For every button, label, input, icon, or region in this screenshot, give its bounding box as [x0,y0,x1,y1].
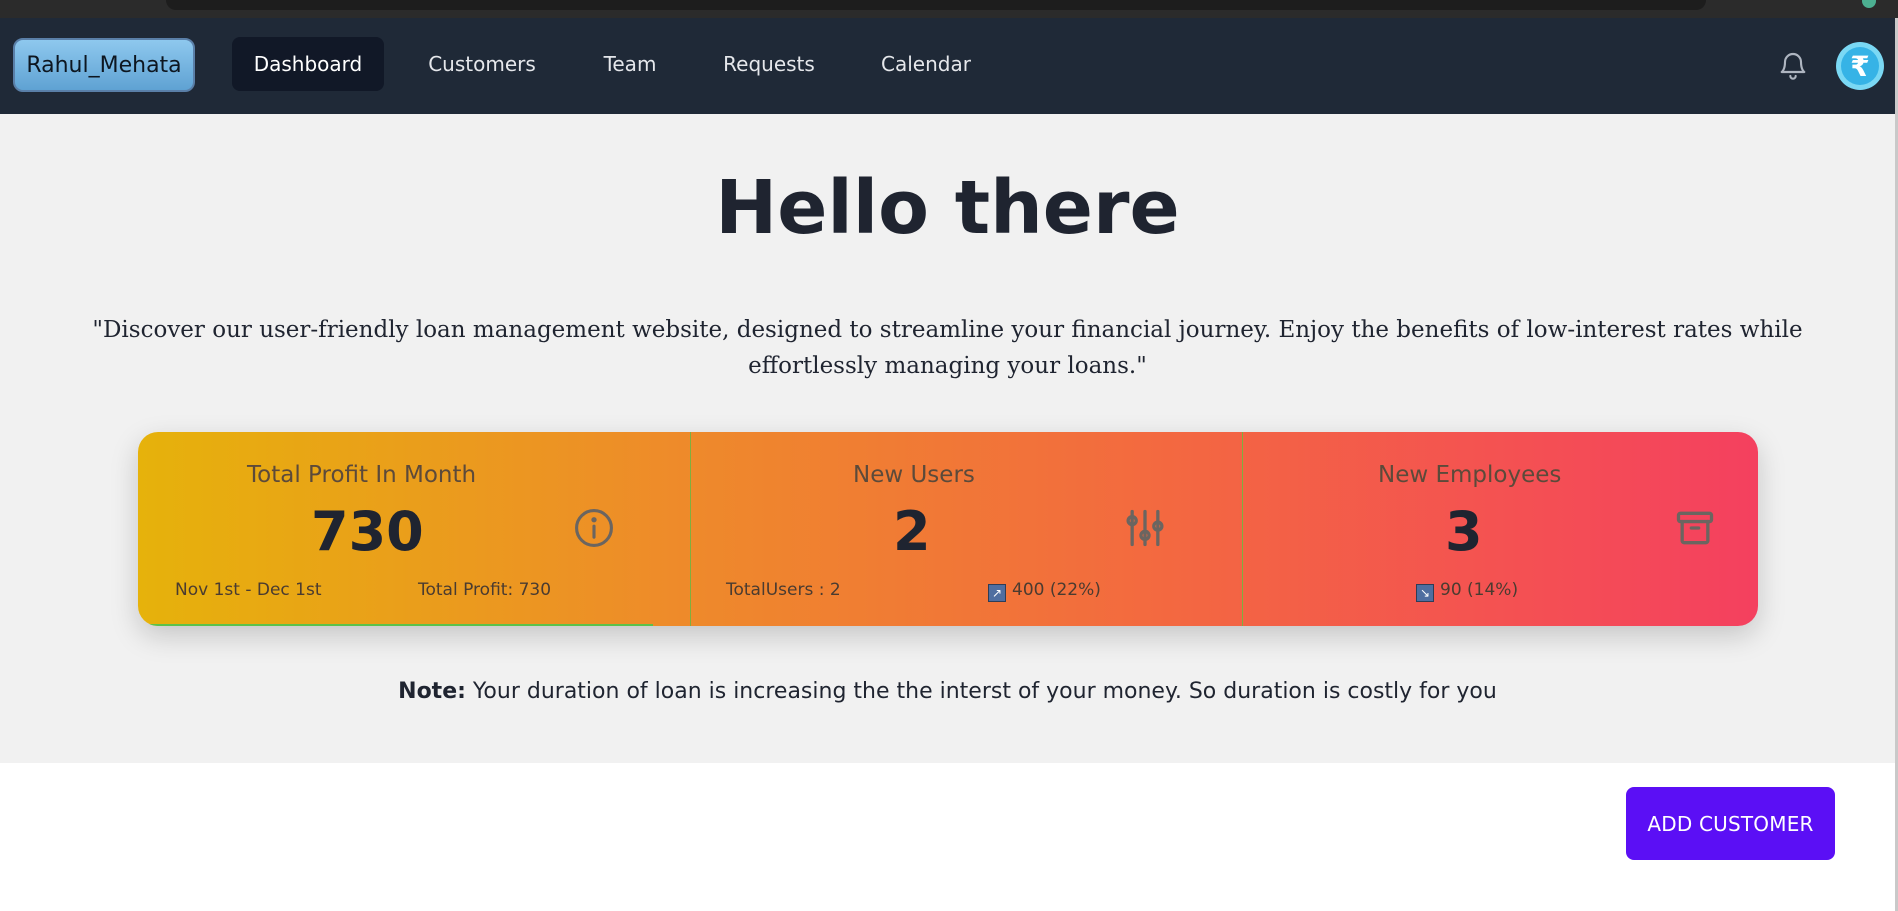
stat-users-trend-value: 400 (22%) [1012,580,1101,600]
nav-customers[interactable]: Customers [412,37,552,91]
nav-dashboard[interactable]: Dashboard [232,37,384,91]
nav-team[interactable]: Team [580,37,680,91]
stat-title: Total Profit In Month [247,462,477,488]
stat-employees-trend-value: 90 (14%) [1440,580,1519,600]
trend-down-icon: ↘ [1416,584,1434,602]
note-text: Your duration of loan is increasing the … [465,679,1497,704]
browser-status-dot [1862,0,1876,8]
stat-new-users: New Users 2 TotalUsers : 2 ↗ 400 (22%) [691,432,1242,626]
nav-requests[interactable]: Requests [708,37,830,91]
loan-note: Note: Your duration of loan is increasin… [0,679,1895,704]
info-icon [575,509,613,547]
brand-button[interactable]: Rahul_Mehata [13,38,195,92]
avatar[interactable]: ₹ [1836,42,1884,90]
browser-top-bar [0,0,1898,18]
add-customer-button[interactable]: ADD CUSTOMER [1626,787,1835,860]
trend-up-icon: ↗ [988,584,1006,602]
browser-address-strip [166,0,1706,10]
stat-date-range: Nov 1st - Dec 1st [175,580,322,600]
hero-quote: "Discover our user-friendly loan managem… [92,317,1803,379]
archive-icon [1676,511,1714,545]
stat-title: New Users [853,462,975,488]
content-area [0,763,1895,911]
stat-total-profit: Total Profit In Month 730 Nov 1st - Dec … [138,432,690,626]
stat-total-users-text: TotalUsers : 2 [726,580,841,600]
top-navbar: Rahul_Mehata Dashboard Customers Team Re… [0,18,1895,114]
stat-employees-trend: ↘ 90 (14%) [1416,580,1518,602]
nav-calendar[interactable]: Calendar [858,37,994,91]
stat-value: 3 [1445,500,1483,563]
bell-icon[interactable] [1777,48,1809,84]
stat-users-trend: ↗ 400 (22%) [988,580,1101,602]
page-title: Hello there [715,165,1180,251]
stats-panel: Total Profit In Month 730 Nov 1st - Dec … [138,432,1758,626]
stat-value: 730 [311,500,424,563]
stat-total-profit-text: Total Profit: 730 [418,580,552,600]
stat-value: 2 [893,500,931,563]
rupee-icon: ₹ [1841,47,1879,85]
note-label: Note: [398,679,466,704]
sliders-icon [1126,509,1164,547]
profit-progress-bar [138,624,653,626]
stat-title: New Employees [1378,462,1562,488]
